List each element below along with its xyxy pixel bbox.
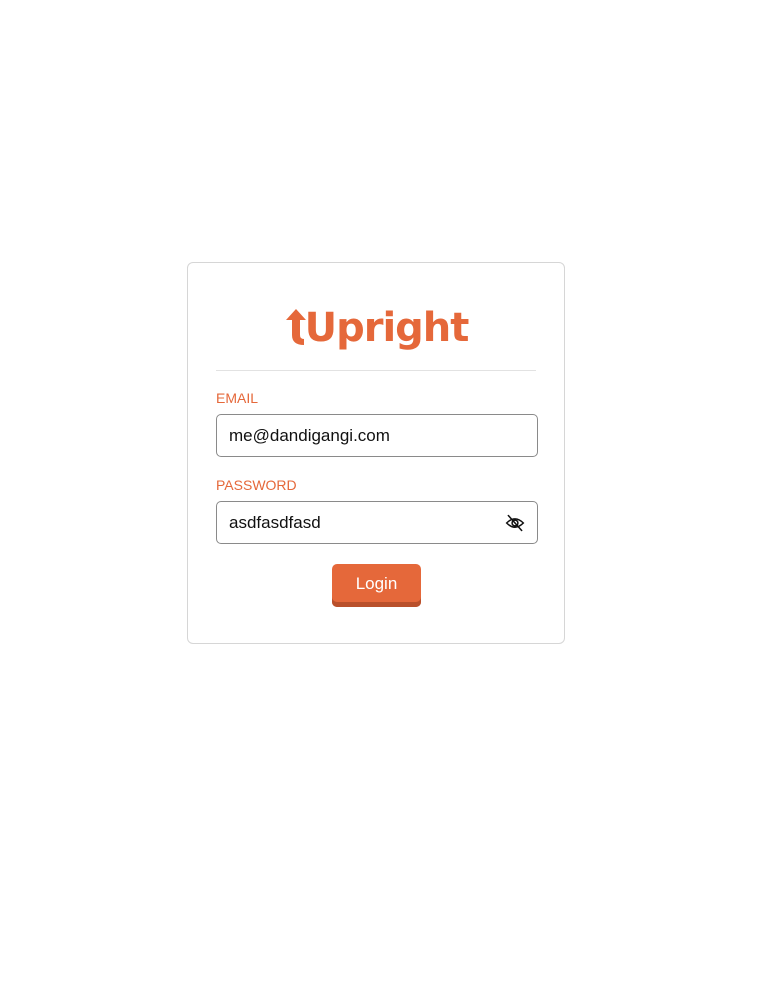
password-input[interactable] — [216, 501, 538, 544]
logo-text: Upright — [304, 305, 470, 351]
email-label: EMAIL — [216, 390, 259, 406]
login-card: Upright EMAIL PASSWORD Login — [187, 262, 565, 644]
upright-logo: Upright — [188, 303, 564, 353]
login-button[interactable]: Login — [332, 564, 421, 607]
password-label: PASSWORD — [216, 477, 297, 493]
eye-off-icon[interactable] — [504, 513, 526, 533]
email-input[interactable] — [216, 414, 538, 457]
divider — [216, 370, 536, 371]
